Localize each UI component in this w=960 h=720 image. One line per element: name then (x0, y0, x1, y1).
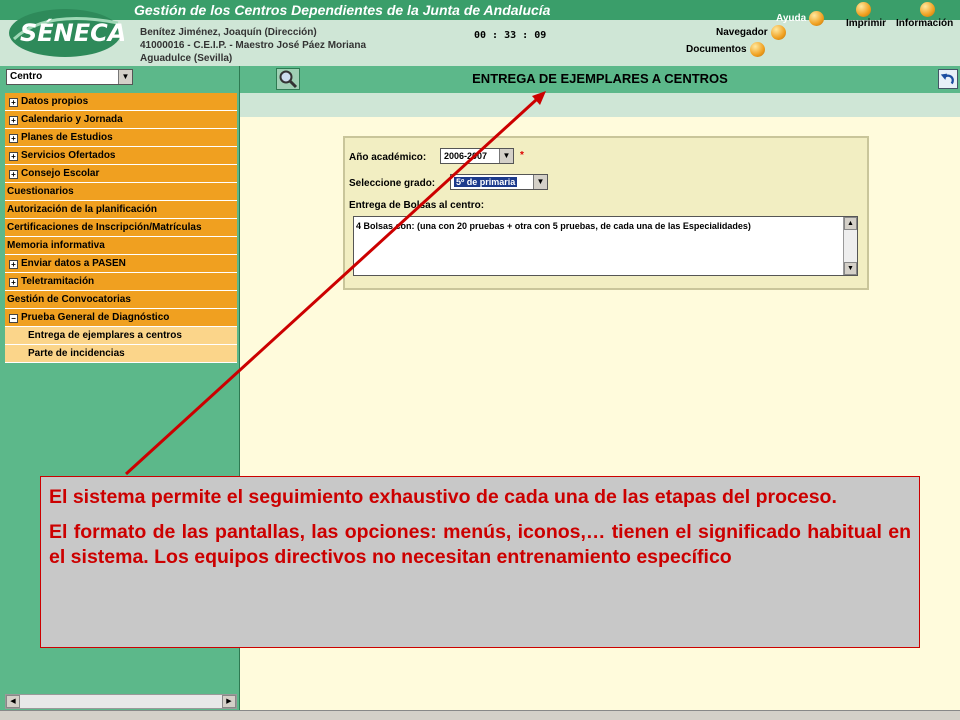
chevron-down-icon[interactable]: ▼ (533, 175, 547, 189)
sidebar-item-entrega-ejemplares[interactable]: Entrega de ejemplares a centros (5, 327, 237, 345)
sidebar-item-label: Planes de Estudios (21, 132, 113, 143)
sidebar-item-memoria[interactable]: Memoria informativa (5, 237, 237, 255)
app-title: Gestión de los Centros Dependientes de l… (134, 2, 551, 18)
help-link[interactable]: Ayuda (776, 11, 825, 26)
information-link[interactable]: Información (896, 2, 954, 29)
navigator-label: Navegador (716, 27, 768, 38)
documents-label: Documentos (686, 44, 747, 55)
chevron-down-icon[interactable]: ▼ (118, 70, 132, 84)
grade-select[interactable]: 5º de primaria ▼ (450, 174, 548, 190)
sidebar-item-label: Datos propios (21, 96, 89, 107)
seneca-logo-icon: SÉNECA (9, 9, 124, 57)
scroll-left-icon[interactable]: ◀ (6, 695, 20, 708)
sidebar-item-label: Entrega de ejemplares a centros (28, 330, 182, 341)
sidebar-item-label: Autorización de la planificación (7, 204, 158, 215)
sidebar-item-label: Parte de incidencias (28, 348, 125, 359)
sidebar-item-parte-incidencias[interactable]: Parte de incidencias (5, 345, 237, 363)
svg-text:SÉNECA: SÉNECA (20, 18, 124, 47)
undo-icon[interactable] (938, 69, 958, 89)
sidebar-item-label: Teletramitación (21, 276, 95, 287)
sidebar-item-cuestionarios[interactable]: Cuestionarios (5, 183, 237, 201)
expand-plus-icon[interactable]: + (9, 170, 18, 179)
bags-label: Entrega de Bolsas al centro: (349, 200, 485, 211)
window-hscrollbar[interactable] (0, 710, 960, 720)
search-icon[interactable] (276, 68, 300, 90)
sidebar-item-certificaciones[interactable]: Certificaciones de Inscripción/Matrícula… (5, 219, 237, 237)
expand-plus-icon[interactable]: + (9, 98, 18, 107)
textarea-scrollbar[interactable]: ▲ ▼ (843, 217, 857, 275)
scroll-up-icon[interactable]: ▲ (844, 217, 857, 230)
profile-select[interactable]: Centro ▼ (6, 69, 133, 85)
sidebar-item-convocatorias[interactable]: Gestión de Convocatorias (5, 291, 237, 309)
sidebar-item-label: Calendario y Jornada (21, 114, 123, 125)
expand-plus-icon[interactable]: + (9, 152, 18, 161)
documents-link[interactable]: Documentos (686, 42, 765, 57)
year-select-value: 2006-2007 (444, 151, 488, 161)
scroll-down-icon[interactable]: ▼ (844, 262, 857, 275)
annotation-note: El sistema permite el seguimiento exhaus… (40, 476, 920, 648)
sidebar-item-pasen[interactable]: + Enviar datos a PASEN (5, 255, 237, 273)
sidebar-item-datos-propios[interactable]: + Datos propios (5, 93, 237, 111)
user-info: Benítez Jiménez, Joaquín (Dirección) 410… (140, 26, 366, 65)
user-center: 41000016 - C.E.I.P. - Maestro José Páez … (140, 40, 367, 51)
page-title: ENTREGA DE EJEMPLARES A CENTROS (472, 71, 728, 86)
bags-textarea[interactable]: 4 Bolsas con: (una con 20 pruebas + otra… (353, 216, 858, 276)
sidebar-item-label: Servicios Ofertados (21, 150, 116, 161)
profile-select-value: Centro (10, 71, 43, 82)
year-label: Año académico: (349, 152, 427, 163)
documents-orb-icon (749, 42, 765, 57)
expand-plus-icon[interactable]: + (9, 278, 18, 287)
app-header: SÉNECA Gestión de los Centros Dependient… (0, 0, 960, 66)
help-label: Ayuda (776, 13, 807, 24)
sidebar-item-teletramitacion[interactable]: + Teletramitación (5, 273, 237, 291)
sidebar-item-autorizacion[interactable]: Autorización de la planificación (5, 201, 237, 219)
note-paragraph-2: El formato de las pantallas, las opcione… (49, 521, 911, 568)
grade-select-value: 5º de primaria (454, 177, 518, 187)
expand-plus-icon[interactable]: + (9, 260, 18, 269)
sidebar-item-prueba-diagnostico[interactable]: − Prueba General de Diagnóstico (5, 309, 237, 327)
print-orb-icon (856, 2, 871, 17)
print-label: Imprimir (846, 18, 887, 29)
sidebar-item-planes-estudios[interactable]: + Planes de Estudios (5, 129, 237, 147)
information-orb-icon (920, 2, 935, 17)
sidebar-item-label: Enviar datos a PASEN (21, 258, 126, 269)
collapse-minus-icon[interactable]: − (9, 314, 18, 323)
sidebar-item-calendario[interactable]: + Calendario y Jornada (5, 111, 237, 129)
user-location: Aguadulce (Sevilla) (140, 53, 233, 64)
bags-text: 4 Bolsas con: (una con 20 pruebas + otra… (356, 221, 751, 231)
sidebar-item-servicios[interactable]: + Servicios Ofertados (5, 147, 237, 165)
sidebar-item-label: Consejo Escolar (21, 168, 100, 179)
navigator-link[interactable]: Navegador (716, 25, 786, 40)
expand-plus-icon[interactable]: + (9, 116, 18, 125)
note-paragraph-1: El sistema permite el seguimiento exhaus… (49, 486, 837, 508)
sidebar-item-label: Cuestionarios (7, 186, 74, 197)
grade-label: Seleccione grado: (349, 178, 436, 189)
expand-plus-icon[interactable]: + (9, 134, 18, 143)
scroll-right-icon[interactable]: ▶ (222, 695, 236, 708)
required-mark: * (520, 150, 524, 161)
sidebar-item-label: Memoria informativa (7, 240, 105, 251)
sidebar-menu: + Datos propios + Calendario y Jornada + Pl… (5, 93, 237, 363)
help-orb-icon (809, 11, 825, 26)
information-label: Información (896, 18, 954, 29)
sidebar-item-consejo-escolar[interactable]: + Consejo Escolar (5, 165, 237, 183)
sidebar-item-label: Certificaciones de Inscripción/Matrícula… (7, 222, 202, 233)
user-name: Benítez Jiménez, Joaquín (Dirección) (140, 27, 317, 38)
print-link[interactable]: Imprimir (846, 2, 887, 29)
main-toolbar-strip (240, 93, 960, 117)
main-titlebar: ENTREGA DE EJEMPLARES A CENTROS (240, 66, 960, 93)
session-timer: 00 : 33 : 09 (474, 30, 547, 41)
sidebar-item-label: Prueba General de Diagnóstico (21, 312, 170, 323)
year-select[interactable]: 2006-2007 ▼ (440, 148, 514, 164)
sidebar-item-label: Gestión de Convocatorias (7, 294, 131, 305)
sidebar-hscrollbar[interactable]: ◀ ▶ (5, 694, 237, 709)
chevron-down-icon[interactable]: ▼ (499, 149, 513, 163)
navigator-orb-icon (770, 25, 786, 40)
